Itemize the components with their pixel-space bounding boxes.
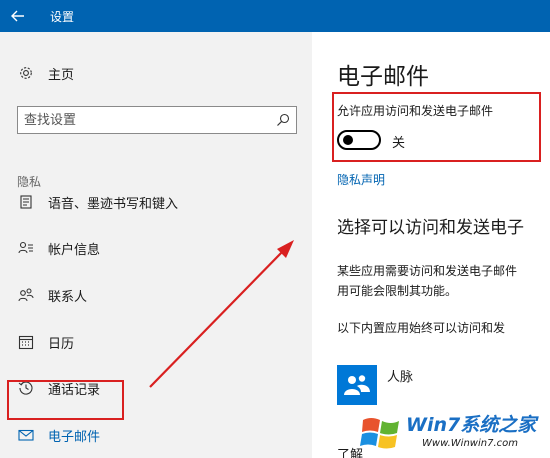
list-caption: 以下内置应用始终可以访问和发: [337, 321, 506, 335]
windows-logo-icon: [360, 418, 399, 449]
sidebar-item-home[interactable]: 主页: [0, 58, 312, 88]
section-title: 选择可以访问和发送电子: [337, 218, 524, 238]
mail-icon: [17, 426, 35, 444]
sidebar-item-label: 联系人: [48, 289, 88, 305]
title-bar: 设置: [0, 0, 550, 32]
search-input[interactable]: [24, 110, 264, 130]
sidebar-item-calendar[interactable]: 日历: [0, 327, 312, 357]
contacts-icon: [17, 286, 35, 304]
app-name: 人脉: [387, 370, 414, 385]
account-info-icon: [17, 239, 35, 257]
highlight-box-email: [7, 380, 124, 420]
people-icon: [344, 375, 370, 395]
sidebar-item-label: 主页: [48, 67, 75, 83]
sidebar-item-label: 帐户信息: [48, 242, 101, 258]
sidebar-item-label: 日历: [48, 336, 75, 352]
gear-icon: [17, 64, 35, 82]
page-title: 电子邮件: [337, 64, 429, 90]
sidebar-item-speech-inking[interactable]: 语音、墨迹书写和键入: [0, 187, 312, 217]
watermark-brand: Win7系统之家: [406, 414, 537, 436]
setting-label: 允许应用访问和发送电子邮件: [337, 104, 494, 118]
window-title: 设置: [50, 9, 75, 24]
pen-icon: [17, 193, 35, 211]
calendar-icon: [17, 333, 35, 351]
watermark: Win7系统之家 Www.Winwin7.com: [356, 408, 550, 458]
email-access-toggle[interactable]: [337, 130, 381, 150]
sidebar-item-contacts[interactable]: 联系人: [0, 280, 312, 310]
sidebar-item-label: 语音、墨迹书写和键入: [48, 196, 179, 212]
description-line-1: 某些应用需要访问和发送电子邮件: [337, 264, 518, 278]
privacy-statement-link[interactable]: 隐私声明: [337, 171, 385, 188]
toggle-state-label: 关: [392, 136, 406, 151]
back-arrow-icon: [11, 10, 24, 22]
search-box[interactable]: [17, 106, 297, 134]
sidebar-item-email[interactable]: 电子邮件: [0, 420, 312, 450]
sidebar-item-label: 电子邮件: [48, 429, 101, 445]
back-button[interactable]: [0, 0, 36, 32]
people-app-tile: [337, 365, 377, 405]
watermark-url: Www.Winwin7.com: [422, 438, 518, 449]
sidebar-item-account-info[interactable]: 帐户信息: [0, 233, 312, 263]
content-pane: 电子邮件 允许应用访问和发送电子邮件 关 隐私声明 选择可以访问和发送电子 某些…: [312, 32, 550, 458]
description-line-2: 用可能会限制其功能。: [337, 284, 458, 298]
search-icon[interactable]: [276, 113, 290, 127]
toggle-knob: [343, 135, 353, 145]
